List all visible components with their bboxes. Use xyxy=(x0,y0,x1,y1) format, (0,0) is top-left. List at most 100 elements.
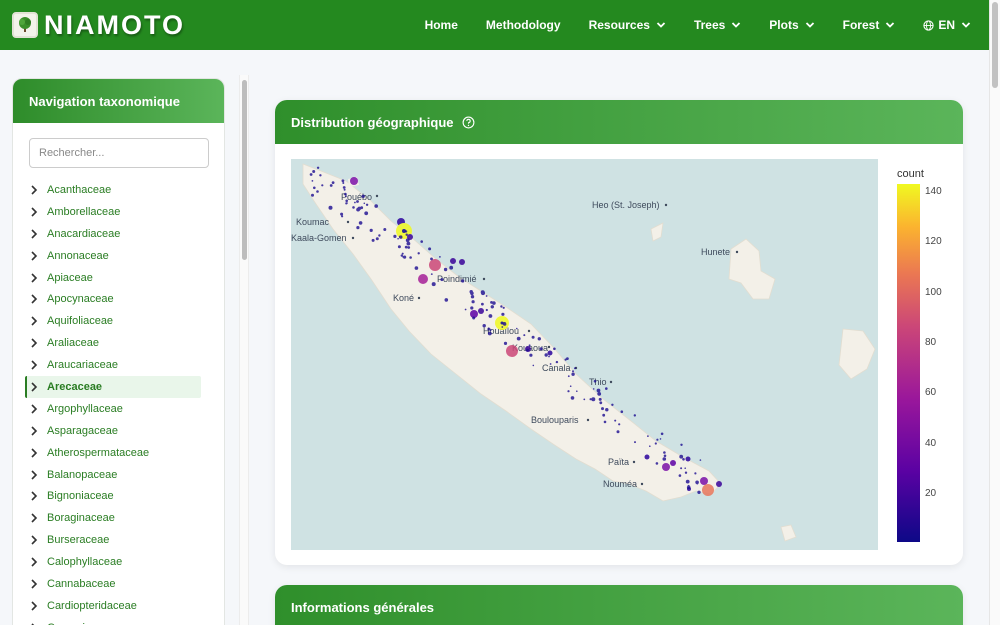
chevron-right-icon[interactable] xyxy=(29,293,39,305)
distribution-map[interactable]: Pouébo Koumac Kaala-Gomen Heo (St. Josep… xyxy=(291,159,878,550)
chevron-right-icon[interactable] xyxy=(29,512,39,524)
taxon-item-label: Aquifoliaceae xyxy=(47,315,114,328)
taxon-item[interactable]: Cardiopteridaceae xyxy=(25,595,220,617)
chevron-right-icon[interactable] xyxy=(29,315,39,327)
chevron-down-icon xyxy=(732,22,741,28)
brand-logo[interactable]: NIAMOTO xyxy=(12,10,185,41)
nav-methodology[interactable]: Methodology xyxy=(486,18,561,32)
occurrence-point xyxy=(696,482,699,485)
sidebar-scrollbar-thumb[interactable] xyxy=(242,80,247,260)
taxon-item[interactable]: Bignoniaceae xyxy=(25,485,220,507)
chevron-right-icon[interactable] xyxy=(29,250,39,262)
occurrence-point xyxy=(414,266,419,270)
nav-resources[interactable]: Resources xyxy=(589,18,666,32)
occurrence-point xyxy=(662,457,667,461)
nav-trees[interactable]: Trees xyxy=(694,18,741,32)
chevron-right-icon[interactable] xyxy=(29,534,39,546)
taxon-item[interactable]: Cannabaceae xyxy=(25,573,220,595)
taxon-item[interactable]: Atherospermataceae xyxy=(25,442,220,464)
help-icon[interactable] xyxy=(462,116,475,129)
occurrence-point xyxy=(576,390,578,392)
taxon-item-label: Annonaceae xyxy=(47,249,109,262)
place-label: Kaala-Gomen xyxy=(291,233,347,243)
chevron-right-icon[interactable] xyxy=(29,425,39,437)
occurrence-point xyxy=(309,173,313,176)
chevron-right-icon[interactable] xyxy=(29,447,39,459)
occurrence-point xyxy=(597,392,602,396)
taxon-item-label: Apiaceae xyxy=(47,271,93,284)
chevron-right-icon[interactable] xyxy=(29,359,39,371)
colorbar-scale xyxy=(897,184,920,542)
taxon-item-label: Asparagaceae xyxy=(47,424,118,437)
occurrence-point xyxy=(555,360,559,364)
chevron-down-icon xyxy=(656,22,666,28)
taxon-item[interactable]: Casuarinaceae xyxy=(25,617,220,625)
page-scrollbar[interactable] xyxy=(989,0,1000,625)
taxon-item[interactable]: Amborellaceae xyxy=(25,201,220,223)
chevron-right-icon[interactable] xyxy=(29,469,39,481)
occurrence-point xyxy=(633,414,636,417)
taxon-item[interactable]: Acanthaceae xyxy=(25,179,220,201)
occurrence-point xyxy=(393,234,397,238)
occurrence-point xyxy=(481,302,484,306)
taxon-item-label: Apocynaceae xyxy=(47,293,114,306)
distribution-card-title: Distribution géographique xyxy=(291,114,454,130)
chevron-right-icon[interactable] xyxy=(29,600,39,612)
nav-language[interactable]: EN xyxy=(923,18,971,32)
taxon-item[interactable]: Araliaceae xyxy=(25,332,220,354)
taxon-item[interactable]: Boraginaceae xyxy=(25,507,220,529)
occurrence-point xyxy=(428,247,432,251)
nav-forest[interactable]: Forest xyxy=(843,18,896,32)
occurrence-point xyxy=(363,202,366,205)
nav-plots-label: Plots xyxy=(769,18,799,32)
taxon-item[interactable]: Aquifoliaceae xyxy=(25,310,220,332)
chevron-down-icon xyxy=(805,22,814,28)
taxon-search-input[interactable] xyxy=(29,138,209,168)
nav-plots[interactable]: Plots xyxy=(769,18,814,32)
occurrence-point xyxy=(472,316,476,320)
general-info-card-header: Informations générales xyxy=(275,585,963,625)
taxon-item[interactable]: Araucariaceae xyxy=(25,354,220,376)
taxon-item[interactable]: Argophyllaceae xyxy=(25,398,220,420)
occurrence-point xyxy=(316,190,319,193)
taxonomy-sidebar: Navigation taxonomique Acanthaceae Ambore… xyxy=(12,78,225,625)
taxon-item[interactable]: Apiaceae xyxy=(25,267,220,289)
occurrence-point xyxy=(356,226,360,230)
occurrence-point xyxy=(316,166,320,169)
taxon-item[interactable]: Apocynaceae xyxy=(25,288,220,310)
chevron-right-icon[interactable] xyxy=(29,556,39,568)
taxon-item-label: Cardiopteridaceae xyxy=(47,599,137,612)
nav-forest-label: Forest xyxy=(842,18,880,32)
taxon-item[interactable]: Balanopaceae xyxy=(25,464,220,486)
occurrence-point xyxy=(591,397,596,402)
chevron-right-icon[interactable] xyxy=(29,578,39,590)
taxon-item[interactable]: Calophyllaceae xyxy=(25,551,220,573)
sidebar-scrollbar[interactable] xyxy=(239,75,249,625)
occurrence-point xyxy=(464,308,467,311)
chevron-right-icon[interactable] xyxy=(29,403,39,415)
occurrence-point xyxy=(523,334,526,337)
chevron-right-icon[interactable] xyxy=(29,228,39,240)
occurrence-point xyxy=(663,454,667,458)
chevron-right-icon[interactable] xyxy=(29,272,39,284)
chevron-right-icon[interactable] xyxy=(29,184,39,196)
chevron-right-icon[interactable] xyxy=(29,206,39,218)
page-scrollbar-thumb[interactable] xyxy=(992,2,998,88)
taxon-item[interactable]: Burseraceae xyxy=(25,529,220,551)
taxon-item[interactable]: Annonaceae xyxy=(25,245,220,267)
taxon-item[interactable]: Asparagaceae xyxy=(25,420,220,442)
taxon-item-label: Arecaceae xyxy=(47,380,103,393)
taxon-item[interactable]: Arecaceae xyxy=(25,376,201,398)
chevron-right-icon[interactable] xyxy=(29,490,39,502)
chevron-right-icon[interactable] xyxy=(29,381,39,393)
occurrence-point xyxy=(361,194,365,198)
chevron-right-icon[interactable] xyxy=(29,337,39,349)
occurrence-point xyxy=(678,474,682,477)
occurrence-point xyxy=(567,390,570,393)
nav-home[interactable]: Home xyxy=(425,18,458,32)
taxon-item[interactable]: Anacardiaceae xyxy=(25,223,220,245)
occurrence-point xyxy=(360,206,364,210)
occurrence-point xyxy=(430,273,433,275)
occurrence-point xyxy=(405,238,410,243)
occurrence-point xyxy=(440,278,444,282)
